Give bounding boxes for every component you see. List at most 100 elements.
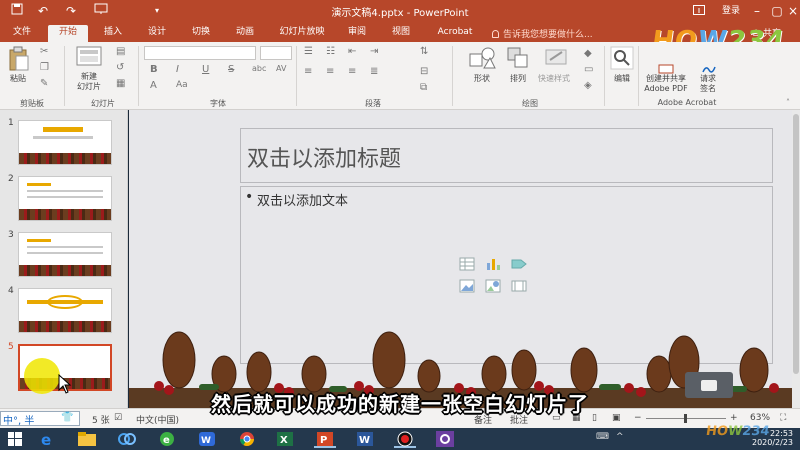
create-share-pdf-label[interactable]: 创建并共享 Adobe PDF xyxy=(640,74,692,94)
bullets-icon[interactable]: ☰ xyxy=(304,46,313,57)
thumb-title-bar xyxy=(27,183,51,186)
tab-home[interactable]: 开始 xyxy=(48,25,88,42)
arrange-icon[interactable] xyxy=(506,46,530,73)
strikethrough-button[interactable]: S xyxy=(228,64,234,75)
word-icon[interactable]: W xyxy=(354,430,376,448)
scrollbar-thumb[interactable] xyxy=(793,114,799,374)
content-placeholder-text: 双击以添加文本 xyxy=(257,194,349,209)
italic-button[interactable]: I xyxy=(176,64,179,75)
shapes-icon[interactable] xyxy=(468,46,496,73)
tell-me-search[interactable]: 告诉我您想要做什么... xyxy=(492,27,593,40)
new-slide-icon[interactable] xyxy=(76,46,102,71)
tab-acrobat[interactable]: Acrobat xyxy=(432,25,478,42)
align-left-icon[interactable]: ≡ xyxy=(304,66,312,77)
shape-outline-icon[interactable]: ▭ xyxy=(584,64,593,75)
insert-table-icon[interactable] xyxy=(459,257,475,271)
vertical-scrollbar[interactable] xyxy=(792,110,800,408)
font-name-dropdown[interactable] xyxy=(144,46,256,60)
justify-icon[interactable]: ≣ xyxy=(370,66,378,77)
slide-thumbnail-1[interactable] xyxy=(18,120,112,165)
chrome-icon[interactable] xyxy=(236,430,258,448)
char-spacing-button[interactable]: AV xyxy=(276,64,286,73)
insert-chart-icon[interactable] xyxy=(485,257,501,271)
tab-view[interactable]: 视图 xyxy=(384,25,418,42)
align-center-icon[interactable]: ≡ xyxy=(326,66,334,77)
quick-styles-icon[interactable] xyxy=(544,46,570,73)
paste-icon[interactable] xyxy=(8,46,30,75)
recorder-icon[interactable] xyxy=(394,430,416,448)
powerpoint-icon[interactable]: P xyxy=(314,430,336,448)
file-explorer-icon[interactable] xyxy=(76,430,98,448)
reset-icon[interactable]: ↺ xyxy=(116,62,124,73)
thumb-pinecone-border xyxy=(19,209,111,220)
keyboard-icon[interactable]: ⌨ xyxy=(596,432,609,442)
request-signature-label[interactable]: 请求 签名 xyxy=(694,74,722,94)
section-icon[interactable]: ▦ xyxy=(116,78,125,89)
text-direction-icon[interactable]: ⇅ xyxy=(420,46,428,57)
align-right-icon[interactable]: ≡ xyxy=(348,66,356,77)
excel-icon[interactable]: X xyxy=(274,430,296,448)
shape-effects-icon[interactable]: ◈ xyxy=(584,80,592,91)
ribbon-divider xyxy=(138,46,139,106)
thumb-title-bar xyxy=(43,127,83,132)
decrease-indent-icon[interactable]: ⇤ xyxy=(348,46,356,57)
ribbon-divider xyxy=(604,46,605,106)
current-slide[interactable]: 双击以添加标题 • 双击以添加文本 xyxy=(129,110,792,408)
slide-thumbnail-pane: 1 2 3 4 5 xyxy=(0,110,128,408)
insert-online-picture-icon[interactable] xyxy=(485,279,501,293)
arrange-label: 排列 xyxy=(510,74,526,83)
font-color-button[interactable]: A xyxy=(150,80,157,91)
cut-icon[interactable]: ✂ xyxy=(40,46,48,57)
ribbon-divider xyxy=(296,46,297,106)
baidu-netdisk-icon[interactable] xyxy=(116,430,138,448)
close-icon[interactable]: × xyxy=(786,2,800,20)
insert-smartart-icon[interactable] xyxy=(511,257,527,271)
title-placeholder[interactable]: 双击以添加标题 xyxy=(240,128,773,183)
find-icon[interactable] xyxy=(610,46,634,73)
smartart-icon[interactable]: ⧉ xyxy=(420,82,427,93)
change-case-button[interactable]: Aa xyxy=(176,80,188,90)
tab-review[interactable]: 审阅 xyxy=(340,25,374,42)
shape-fill-icon[interactable]: ◆ xyxy=(584,48,592,59)
layout-icon[interactable]: ▤ xyxy=(116,46,125,57)
wps-icon[interactable]: W xyxy=(196,430,218,448)
tab-slideshow[interactable]: 幻灯片放映 xyxy=(274,25,330,42)
ribbon-display-icon[interactable] xyxy=(690,2,708,20)
tab-animations[interactable]: 动画 xyxy=(228,25,262,42)
tab-design[interactable]: 设计 xyxy=(140,25,174,42)
ie-icon[interactable]: e xyxy=(36,430,58,449)
sign-in-link[interactable]: 登录 xyxy=(722,2,740,20)
collapse-ribbon-icon[interactable]: ˄ xyxy=(786,98,790,107)
video-subtitle: 然后就可以成功的新建一张空白幻灯片了 xyxy=(211,392,589,416)
new-slide-label: 新建 幻灯片 xyxy=(77,72,101,91)
increase-indent-icon[interactable]: ⇥ xyxy=(370,46,378,57)
copy-icon[interactable]: ❐ xyxy=(40,62,49,73)
format-painter-icon[interactable]: ✎ xyxy=(40,78,48,89)
tab-insert[interactable]: 插入 xyxy=(96,25,130,42)
insert-picture-icon[interactable] xyxy=(459,279,475,293)
numbering-icon[interactable]: ☷ xyxy=(326,46,335,57)
svg-text:W: W xyxy=(359,435,370,446)
slide-thumbnail-4[interactable] xyxy=(18,288,112,333)
maximize-icon[interactable]: ▢ xyxy=(768,2,786,20)
underline-button[interactable]: U xyxy=(202,64,209,75)
bold-button[interactable]: B xyxy=(150,64,158,75)
tab-file[interactable]: 文件 xyxy=(6,25,38,42)
slide-thumbnail-3[interactable] xyxy=(18,232,112,277)
tab-transitions[interactable]: 切换 xyxy=(184,25,218,42)
tray-date: 2020/2/23 xyxy=(752,438,794,447)
clear-format-button[interactable]: abc xyxy=(252,64,266,73)
insert-video-icon[interactable] xyxy=(511,279,527,293)
tell-me-text: 告诉我您想要做什么... xyxy=(503,30,593,40)
font-size-dropdown[interactable] xyxy=(260,46,292,60)
thumb-pinecone-border xyxy=(19,321,111,332)
align-text-icon[interactable]: ⊟ xyxy=(420,66,428,77)
start-icon[interactable] xyxy=(4,430,26,448)
slides-group-label: 幻灯片 xyxy=(91,99,115,108)
browser-360-icon[interactable]: e xyxy=(156,430,178,448)
minimize-icon[interactable]: – xyxy=(748,2,766,20)
clipboard-group-label: 剪贴板 xyxy=(20,99,44,108)
tray-chevron-icon[interactable]: ^ xyxy=(616,432,624,442)
slide-thumbnail-2[interactable] xyxy=(18,176,112,221)
settings-icon[interactable] xyxy=(434,430,456,448)
